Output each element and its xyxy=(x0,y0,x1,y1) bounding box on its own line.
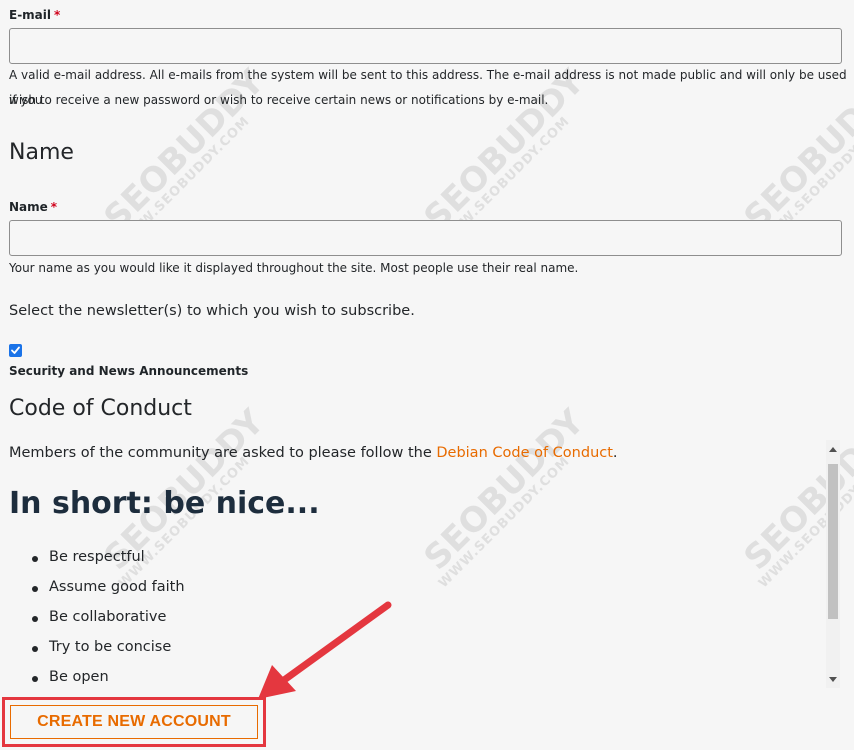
checkmark-icon xyxy=(11,346,20,354)
email-label-text: E-mail xyxy=(9,8,52,22)
email-label: E-mail * xyxy=(9,8,60,22)
conduct-heading: Code of Conduct xyxy=(9,396,192,421)
list-item-text: Assume good faith xyxy=(49,579,185,595)
conduct-scrollbar[interactable] xyxy=(826,440,840,688)
name-help: Your name as you would like it displayed… xyxy=(9,261,579,275)
list-item: Be collaborative xyxy=(32,609,166,625)
email-field[interactable] xyxy=(9,28,842,64)
list-item: Try to be concise xyxy=(32,639,171,655)
list-item: Be open xyxy=(32,669,109,685)
watermark-text: SEOBUDDY xyxy=(416,402,593,578)
required-marker: * xyxy=(50,200,58,214)
list-item-text: Be open xyxy=(49,669,109,685)
conduct-text-before: Members of the community are asked to pl… xyxy=(9,445,437,461)
create-new-account-button[interactable]: CREATE NEW ACCOUNT xyxy=(10,705,258,739)
newsletter-option-label: Security and News Announcements xyxy=(9,364,249,378)
newsletter-checkbox[interactable] xyxy=(9,344,22,357)
name-label: Name * xyxy=(9,200,57,214)
bullet-icon xyxy=(32,586,38,592)
bullet-icon xyxy=(32,556,38,562)
debian-code-of-conduct-link[interactable]: Debian Code of Conduct xyxy=(436,445,613,461)
in-short-heading: In short: be nice... xyxy=(9,486,320,521)
list-item-text: Be collaborative xyxy=(49,609,167,625)
conduct-paragraph: Members of the community are asked to pl… xyxy=(9,445,618,461)
name-section-heading: Name xyxy=(9,140,74,165)
watermark-url: WWW.SEOBUDDY.COM xyxy=(115,453,254,592)
bullet-icon xyxy=(32,616,38,622)
bullet-icon xyxy=(32,676,38,682)
annotation-arrow-icon xyxy=(258,601,392,699)
email-help-line-2: wish to receive a new password or wish t… xyxy=(9,93,549,107)
newsletter-prompt: Select the newsletter(s) to which you wi… xyxy=(9,303,415,319)
scroll-down-arrow-icon[interactable] xyxy=(826,672,840,686)
scroll-up-arrow-icon[interactable] xyxy=(826,442,840,456)
scrollbar-thumb[interactable] xyxy=(828,464,838,619)
list-item-text: Try to be concise xyxy=(49,639,172,655)
required-marker: * xyxy=(54,8,61,22)
conduct-text-after: . xyxy=(612,445,618,461)
list-item: Be respectful xyxy=(32,549,145,565)
bullet-icon xyxy=(32,646,38,652)
list-item-text: Be respectful xyxy=(49,549,145,565)
name-field[interactable] xyxy=(9,220,842,256)
list-item: Assume good faith xyxy=(32,579,185,595)
watermark-url: WWW.SEOBUDDY.COM xyxy=(435,453,574,592)
name-label-text: Name xyxy=(9,200,48,214)
